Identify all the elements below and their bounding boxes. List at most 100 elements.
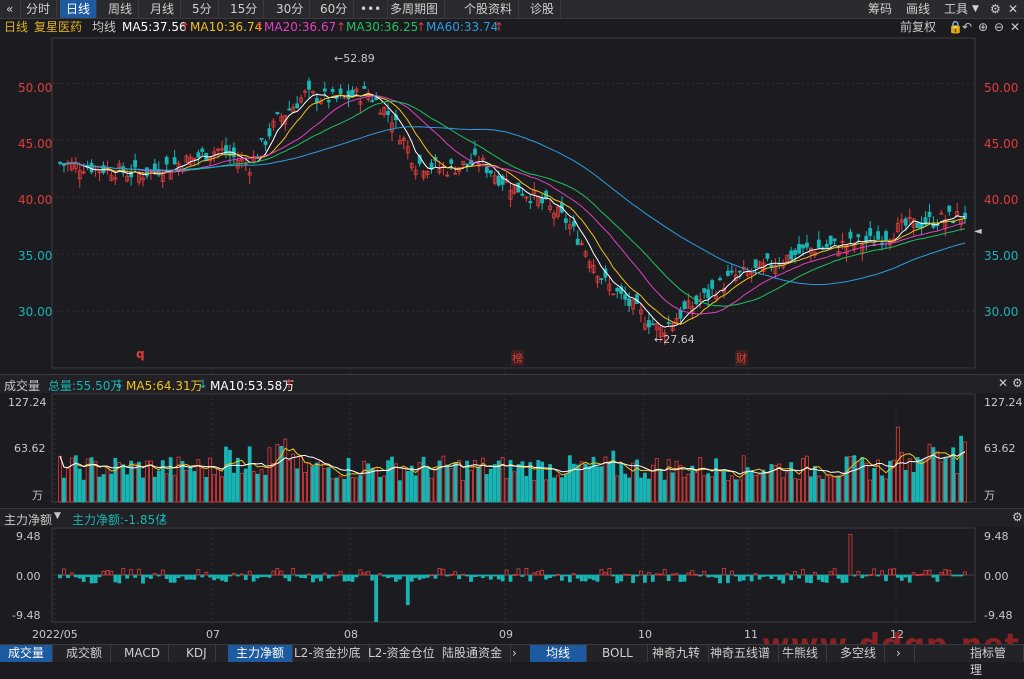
capital-bar xyxy=(907,574,912,583)
volume-title[interactable]: 成交量 xyxy=(4,377,40,394)
volume-bar xyxy=(840,473,845,503)
volume-bar xyxy=(346,457,351,503)
volume-bar xyxy=(753,475,758,503)
settings-icon[interactable]: ⚙ xyxy=(1012,510,1023,524)
capital-tick: 0.00 xyxy=(984,570,1009,583)
candle-body xyxy=(797,244,801,254)
tab-l2-bottom-fishing[interactable]: L2-资金抄底 xyxy=(286,645,370,662)
capital-bar xyxy=(797,574,801,579)
volume-bar xyxy=(224,446,228,503)
candle-body xyxy=(259,137,264,140)
caret-down-icon[interactable]: ▼ xyxy=(54,511,61,521)
capital-bar xyxy=(611,574,616,577)
ma10-line xyxy=(59,94,966,325)
volume-ma5: MA5:64.31万 xyxy=(126,379,203,393)
capital-bar xyxy=(793,571,798,576)
tab-magic-nine[interactable]: 神奇九转 xyxy=(644,645,710,662)
candle-body xyxy=(334,96,339,99)
capital-bar xyxy=(224,574,228,582)
volume-bar xyxy=(658,469,663,503)
price-tick: 35.00 xyxy=(984,249,1019,263)
capital-bar xyxy=(62,568,66,576)
capital-bar xyxy=(303,574,307,579)
capital-bar xyxy=(160,569,165,576)
candle-body xyxy=(326,99,331,103)
capital-bar xyxy=(239,573,244,576)
tab-moving-average[interactable]: 均线 xyxy=(530,645,588,662)
capital-bar xyxy=(397,574,402,580)
volume-bar xyxy=(291,453,296,503)
candle-body xyxy=(370,100,375,102)
capital-bar xyxy=(591,574,596,581)
volume-bar xyxy=(927,443,932,503)
volume-bar xyxy=(907,458,912,503)
volume-bar xyxy=(220,476,224,503)
capital-bar xyxy=(848,533,853,576)
capital-bar xyxy=(263,574,268,577)
capital-bar xyxy=(903,574,908,578)
capital-bar xyxy=(674,573,679,576)
candle-body xyxy=(848,231,853,239)
volume-bar xyxy=(212,474,217,503)
volume-bar xyxy=(884,478,888,503)
volume-bar xyxy=(812,465,817,503)
volume-ma10-line xyxy=(59,451,966,475)
capital-bar xyxy=(492,574,497,577)
candle-body xyxy=(330,89,335,92)
tab-northbound[interactable]: 陆股通资金 xyxy=(434,645,512,662)
candle-body xyxy=(801,244,805,249)
tab-boll[interactable]: BOLL xyxy=(588,645,648,662)
candle-body xyxy=(646,320,651,328)
chevron-right-icon[interactable]: › xyxy=(504,645,531,662)
settings-icon[interactable]: ⚙ xyxy=(1012,376,1023,390)
capital-bar xyxy=(279,570,284,576)
volume-bar xyxy=(453,462,458,503)
capital-bar xyxy=(579,574,584,582)
volume-bar xyxy=(726,480,730,503)
volume-bar xyxy=(307,462,311,503)
tab-magic-five-lines[interactable]: 神奇五线谱 xyxy=(702,645,780,662)
capital-bar xyxy=(457,574,462,580)
tab-macd[interactable]: MACD xyxy=(116,645,169,662)
tab-turnover[interactable]: 成交额 xyxy=(58,645,112,662)
volume-bar xyxy=(228,449,232,503)
tab-volume[interactable]: 成交量 xyxy=(0,645,54,662)
volume-bar xyxy=(271,463,276,503)
volume-bar xyxy=(939,461,944,503)
volume-bar xyxy=(137,461,141,503)
tab-long-short[interactable]: 多空线 xyxy=(832,645,886,662)
volume-bar xyxy=(492,464,497,503)
volume-bar xyxy=(654,458,659,503)
volume-bar xyxy=(421,456,426,503)
capital-value: 主力净额:-1.85亿 xyxy=(72,513,168,527)
candle-body xyxy=(753,259,758,268)
volume-bar xyxy=(259,468,264,503)
volume-bar xyxy=(544,479,549,503)
capital-bar xyxy=(935,574,940,582)
volume-bar xyxy=(255,473,260,503)
capital-bar xyxy=(595,574,600,582)
tab-main-capital[interactable]: 主力净额 xyxy=(228,645,294,662)
close-icon[interactable]: ✕ xyxy=(998,376,1008,390)
candle-body xyxy=(520,193,525,196)
event-marker-rank[interactable]: 榜 xyxy=(511,350,524,366)
tab-kdj[interactable]: KDJ xyxy=(178,645,216,662)
capital-bar xyxy=(781,574,786,584)
capital-bar xyxy=(733,574,738,577)
capital-title[interactable]: 主力净额 xyxy=(4,511,52,528)
tab-l2-position[interactable]: L2-资金仓位 xyxy=(360,645,444,662)
volume-bar xyxy=(314,462,319,503)
event-marker-finance[interactable]: 财 xyxy=(735,350,748,366)
candle-body xyxy=(287,108,292,111)
capital-bar xyxy=(571,573,576,576)
tab-indicator-manage[interactable]: 指标管理 xyxy=(962,645,1024,677)
kline-chart[interactable] xyxy=(0,0,1024,661)
event-marker-q[interactable]: q xyxy=(136,347,145,361)
volume-bar xyxy=(208,457,213,503)
capital-bar xyxy=(473,574,477,578)
chevron-right-icon[interactable]: › xyxy=(888,645,915,662)
capital-bar xyxy=(413,574,418,578)
capital-bar xyxy=(417,574,422,580)
tab-bull-bear[interactable]: 牛熊线 xyxy=(774,645,828,662)
volume-bar xyxy=(686,473,691,503)
